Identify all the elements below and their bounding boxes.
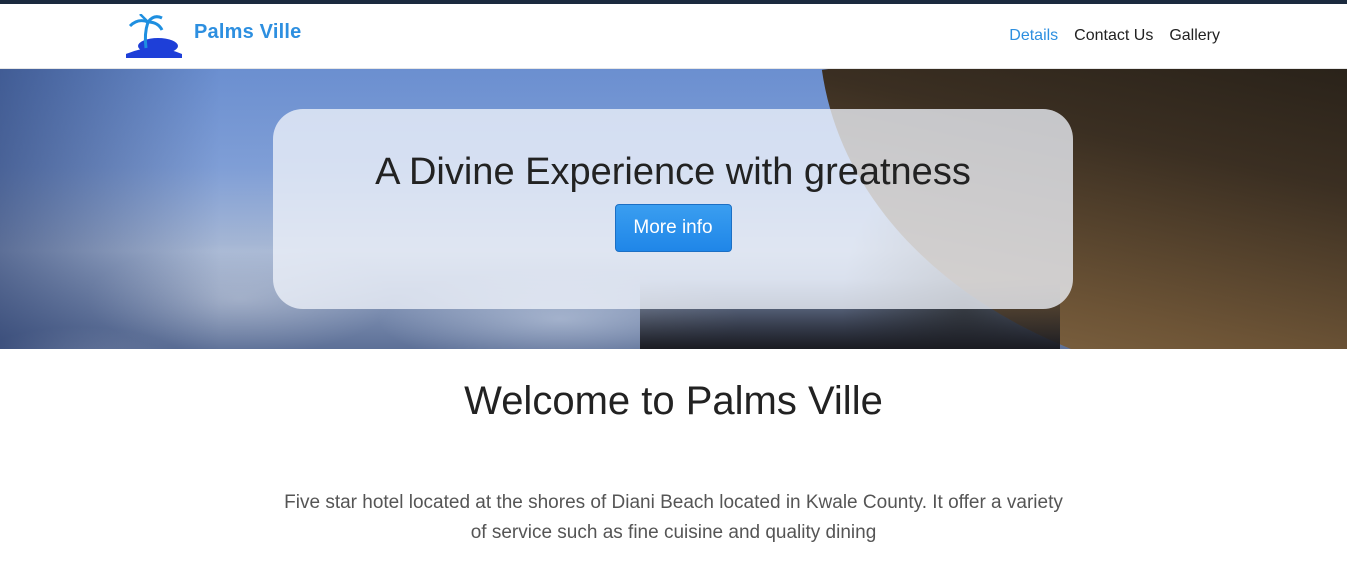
hero-banner: A Divine Experience with greatness More … bbox=[0, 69, 1347, 349]
nav-item-details[interactable]: Details bbox=[1009, 27, 1058, 44]
nav-item-contact-us[interactable]: Contact Us bbox=[1074, 27, 1153, 44]
hero-card: A Divine Experience with greatness More … bbox=[273, 109, 1073, 309]
hero-headline: A Divine Experience with greatness bbox=[375, 151, 971, 193]
brand-link[interactable]: Palms Ville bbox=[124, 14, 301, 60]
palm-tree-island-icon bbox=[124, 14, 184, 60]
more-info-button[interactable]: More info bbox=[614, 204, 732, 252]
welcome-section: Welcome to Palms Ville Five star hotel l… bbox=[0, 349, 1347, 548]
main-nav: Details Contact Us Gallery bbox=[1009, 27, 1220, 45]
brand-name: Palms Ville bbox=[194, 20, 302, 43]
navbar: Palms Ville Details Contact Us Gallery bbox=[0, 4, 1347, 69]
welcome-description: Five star hotel located at the shores of… bbox=[284, 492, 1063, 543]
nav-item-gallery[interactable]: Gallery bbox=[1169, 27, 1220, 44]
welcome-title: Welcome to Palms Ville bbox=[464, 379, 883, 423]
